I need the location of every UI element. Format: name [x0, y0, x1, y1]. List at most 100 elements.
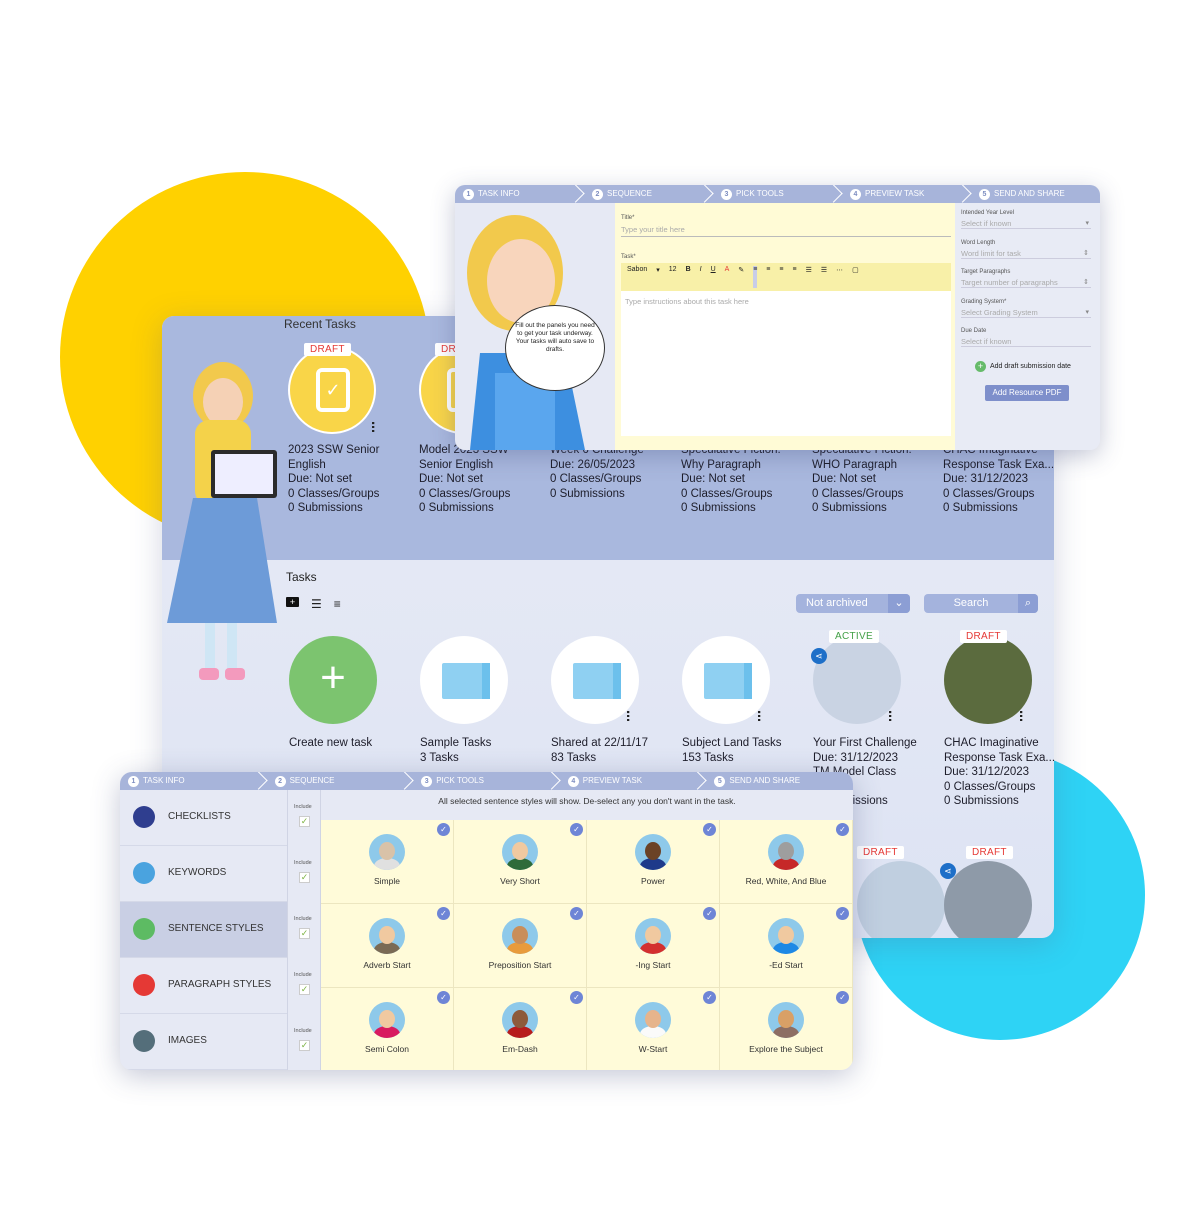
recent-task-card[interactable]: CHAC Imaginative Response Task Exa... Due:… — [943, 443, 1054, 516]
check-circle-icon[interactable]: ✓ — [437, 991, 450, 1004]
more-options-icon[interactable]: ⋯ — [621, 710, 635, 722]
recent-task-card[interactable]: Model 2023 SSW Senior English Due: Not set… — [419, 443, 547, 516]
numbered-list-icon[interactable]: ☰ — [821, 266, 827, 288]
justify-icon[interactable]: ≡ — [792, 266, 796, 288]
check-circle-icon[interactable]: ✓ — [570, 907, 583, 920]
search-icon[interactable]: ⌕ — [1018, 594, 1038, 613]
step-tab[interactable]: 3 PICK TOOLS — [713, 185, 842, 203]
add-resource-pdf-button[interactable]: Add Resource PDF — [985, 385, 1069, 401]
step-tab[interactable]: 2 SEQUENCE — [584, 185, 713, 203]
sidebar-item-paragraph-styles[interactable]: PARAGRAPH STYLES — [120, 958, 287, 1014]
dropdown-icon[interactable]: ▾ — [656, 266, 660, 288]
list-view-icon[interactable]: ☰ — [311, 597, 322, 611]
sidebar-item-images[interactable]: IMAGES — [120, 1014, 287, 1070]
folder-card[interactable]: Sample Tasks 3 Tasks — [420, 636, 550, 764]
new-folder-icon[interactable]: + — [286, 597, 299, 607]
share-icon[interactable]: ⋖ — [811, 648, 827, 664]
step-tab[interactable]: 4 PREVIEW TASK — [560, 772, 707, 790]
settings-field[interactable]: Due Date Select if known — [961, 321, 1091, 347]
recent-task-card[interactable]: Week 6 Challenge Due: 26/05/2023 0 Classes… — [550, 443, 678, 516]
settings-field[interactable]: Target Paragraphs Target number of paragr… — [961, 262, 1091, 288]
task-card[interactable]: ⋯ DRAFT CHAC Imaginative Response Task Exa.… — [944, 630, 1054, 807]
recent-task-card[interactable]: Speculative Fiction: Why Paragraph Due: No… — [681, 443, 809, 516]
task-card[interactable]: DRAFT ⋖ — [940, 846, 1032, 938]
task-card[interactable]: DRAFT — [857, 846, 945, 938]
sentence-style-card[interactable]: Explore the Subject ✓ — [720, 988, 853, 1070]
bullet-list-icon[interactable]: ☰ — [806, 266, 812, 288]
include-checkbox[interactable]: ✓ — [299, 984, 310, 995]
task-instructions-input[interactable]: Type instructions about this task here — [621, 291, 951, 436]
step-tab[interactable]: 3 PICK TOOLS — [413, 772, 560, 790]
step-tab[interactable]: 2 SEQUENCE — [267, 772, 414, 790]
sentence-style-card[interactable]: Red, White, And Blue ✓ — [720, 820, 853, 904]
sentence-style-card[interactable]: -Ing Start ✓ — [587, 904, 720, 988]
folder-card[interactable]: ⋯ Shared at 22/11/17 83 Tasks — [551, 636, 681, 764]
sentence-style-card[interactable]: Very Short ✓ — [454, 820, 587, 904]
sentence-style-card[interactable]: W-Start ✓ — [587, 988, 720, 1070]
sentence-style-card[interactable]: Em-Dash ✓ — [454, 988, 587, 1070]
step-tab[interactable]: 5 SEND AND SHARE — [706, 772, 853, 790]
sentence-style-card[interactable]: Semi Colon ✓ — [321, 988, 454, 1070]
sentence-style-card[interactable]: Power ✓ — [587, 820, 720, 904]
more-icon[interactable]: ⋯ — [836, 266, 843, 288]
align-center-icon[interactable]: ≡ — [766, 266, 770, 288]
settings-field[interactable]: Intended Year Level Select if known ▾ — [961, 203, 1091, 229]
include-toggle[interactable]: Include ✓ — [287, 958, 321, 1014]
recent-task-card[interactable]: 2023 SSW Senior English Due: Not set 0 Clas… — [288, 443, 416, 516]
add-draft-date-button[interactable]: + Add draft submission date — [975, 361, 1071, 372]
include-checkbox[interactable]: ✓ — [299, 1040, 310, 1051]
task-card[interactable]: ⋯ ACTIVE ⋖ Your First Challenge Due: 31/12/2… — [811, 630, 943, 807]
check-circle-icon[interactable]: ✓ — [703, 823, 716, 836]
bold-icon[interactable]: B — [686, 266, 691, 288]
step-tab[interactable]: 4 PREVIEW TASK — [842, 185, 971, 203]
step-tab[interactable]: 1 TASK INFO — [455, 185, 584, 203]
check-circle-icon[interactable]: ✓ — [437, 907, 450, 920]
more-options-icon[interactable]: ⋯ — [752, 710, 766, 722]
font-select[interactable]: Sabon — [627, 266, 647, 288]
title-input[interactable]: Type your title here — [621, 223, 951, 237]
include-toggle[interactable]: Include ✓ — [287, 846, 321, 902]
highlight-icon[interactable]: ✎ — [738, 266, 744, 288]
text-color-icon[interactable]: A — [725, 266, 730, 288]
sort-icon[interactable]: ≡ — [334, 597, 341, 611]
step-tab[interactable]: 5 SEND AND SHARE — [971, 185, 1100, 203]
include-toggle[interactable]: Include ✓ — [287, 790, 321, 846]
include-checkbox[interactable]: ✓ — [299, 928, 310, 939]
font-size-select[interactable]: 12 — [669, 266, 677, 288]
check-circle-icon[interactable]: ✓ — [570, 991, 583, 1004]
sentence-style-card[interactable]: Simple ✓ — [321, 820, 454, 904]
step-tab[interactable]: 1 TASK INFO — [120, 772, 267, 790]
include-checkbox[interactable]: ✓ — [299, 816, 310, 827]
sentence-style-card[interactable]: -Ed Start ✓ — [720, 904, 853, 988]
sentence-style-card[interactable]: Preposition Start ✓ — [454, 904, 587, 988]
search-input[interactable]: Search ⌕ — [924, 594, 1038, 613]
check-circle-icon[interactable]: ✓ — [836, 907, 849, 920]
archive-filter-select[interactable]: Not archived ⌄ — [796, 594, 910, 613]
italic-icon[interactable]: I — [700, 266, 702, 288]
align-left-icon[interactable]: ≡ — [753, 266, 758, 288]
more-options-icon[interactable]: ⋯ — [883, 710, 897, 722]
task-thumbnail[interactable]: ✓ — [288, 346, 376, 434]
check-circle-icon[interactable]: ✓ — [437, 823, 450, 836]
recent-task-card[interactable]: Speculative Fiction: WHO Paragraph Due: No… — [812, 443, 940, 516]
settings-field[interactable]: Word Length Word limit for task ⇕ — [961, 233, 1091, 259]
include-toggle[interactable]: Include ✓ — [287, 1014, 321, 1070]
create-task-button[interactable]: + Create new task — [289, 636, 419, 749]
underline-icon[interactable]: U — [711, 266, 716, 288]
include-toggle[interactable]: Include ✓ — [287, 902, 321, 958]
sidebar-item-checklists[interactable]: CHECKLISTS — [120, 790, 287, 846]
sentence-style-card[interactable]: Adverb Start ✓ — [321, 904, 454, 988]
sidebar-item-sentence-styles[interactable]: SENTENCE STYLES — [120, 902, 287, 958]
source-icon[interactable]: ▢ — [852, 266, 859, 288]
settings-field[interactable]: Grading System* Select Grading System ▾ — [961, 292, 1091, 318]
align-right-icon[interactable]: ≡ — [779, 266, 783, 288]
check-circle-icon[interactable]: ✓ — [703, 907, 716, 920]
include-checkbox[interactable]: ✓ — [299, 872, 310, 883]
folder-card[interactable]: ⋯ Subject Land Tasks 153 Tasks — [682, 636, 812, 764]
check-circle-icon[interactable]: ✓ — [570, 823, 583, 836]
sidebar-item-keywords[interactable]: KEYWORDS — [120, 846, 287, 902]
share-icon[interactable]: ⋖ — [940, 863, 956, 879]
check-circle-icon[interactable]: ✓ — [703, 991, 716, 1004]
check-circle-icon[interactable]: ✓ — [836, 991, 849, 1004]
more-options-icon[interactable]: ⋯ — [1014, 710, 1028, 722]
